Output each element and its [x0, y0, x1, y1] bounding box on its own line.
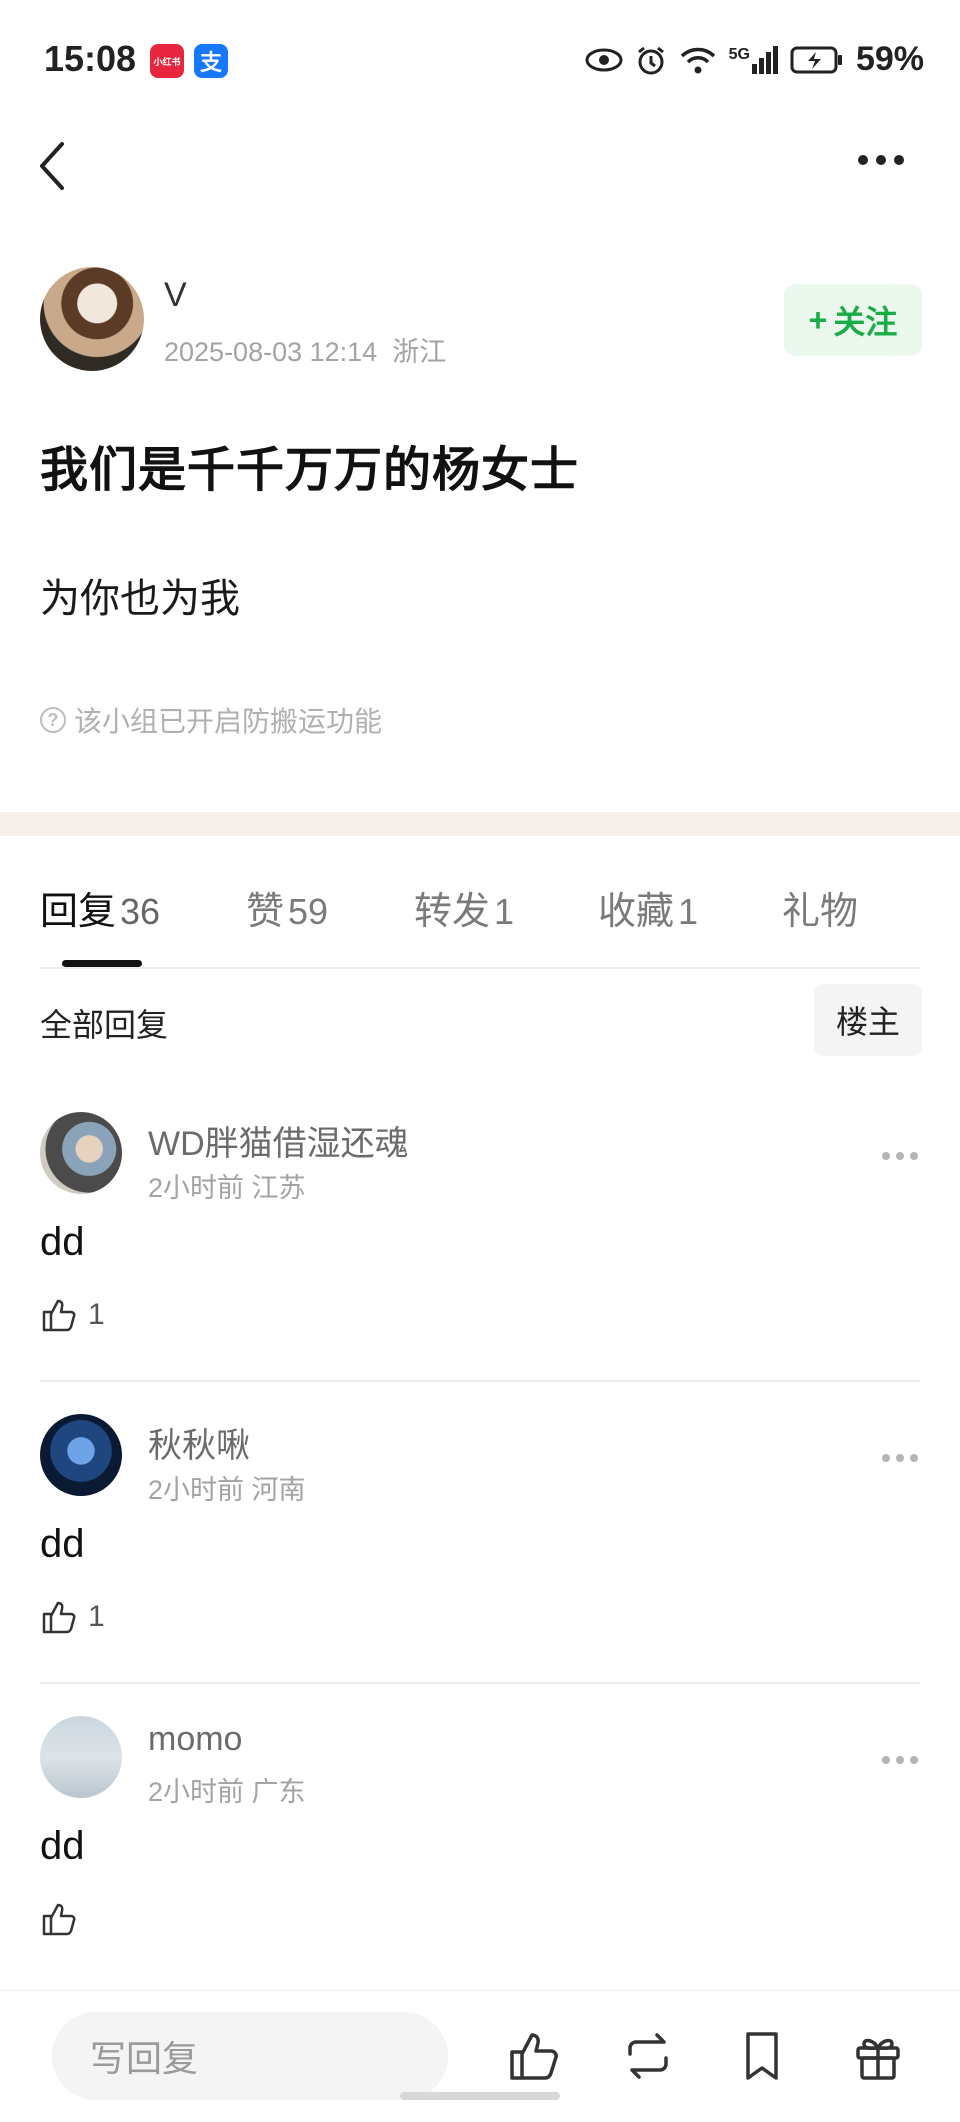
battery-percent: 59%: [855, 40, 924, 78]
thumb-up-icon: [42, 1601, 76, 1634]
comment-like-button[interactable]: 1: [40, 1598, 105, 1636]
comment-like-button[interactable]: 1: [40, 1296, 105, 1334]
comment-divider: [40, 1682, 920, 1684]
thumb-up-icon[interactable]: [506, 2028, 562, 2084]
avatar[interactable]: [40, 1716, 122, 1798]
comment-meta: 2小时前 河南: [148, 1468, 306, 1507]
comment-text: dd: [40, 1824, 85, 1868]
help-circle-icon: ?: [40, 707, 66, 733]
follow-button[interactable]: + 关注: [784, 284, 922, 356]
comment-text: dd: [40, 1522, 85, 1566]
bookmark-icon[interactable]: [734, 2028, 790, 2084]
comment-divider: [40, 1380, 920, 1382]
comment-location: 广东: [251, 1777, 306, 1807]
like-count: 1: [88, 1600, 105, 1633]
tab-label: 赞: [246, 891, 285, 933]
signal-icon: 5G: [728, 45, 778, 74]
thumb-up-icon: [42, 1903, 76, 1936]
tab-count: 36: [120, 891, 161, 932]
comment-location: 河南: [251, 1475, 306, 1505]
more-horizontal-icon[interactable]: [858, 155, 904, 165]
comment-location: 江苏: [251, 1173, 306, 1203]
active-tab-indicator: [62, 960, 142, 967]
more-horizontal-icon[interactable]: [882, 1454, 918, 1462]
plus-icon: +: [808, 301, 828, 338]
comment-like-button[interactable]: [40, 1900, 88, 1938]
more-horizontal-icon[interactable]: [882, 1756, 918, 1764]
tab-reposts[interactable]: 转发 1: [414, 880, 514, 935]
author-meta: 2025-08-03 12:14 浙江: [164, 330, 446, 369]
tab-favorites[interactable]: 收藏 1: [598, 880, 698, 935]
comment-meta: 2小时前 江苏: [148, 1166, 306, 1205]
avatar[interactable]: [40, 1414, 122, 1496]
tab-label: 礼物: [782, 891, 859, 933]
tab-count: 1: [678, 891, 699, 932]
eye-icon: [585, 48, 623, 71]
tab-label: 收藏: [598, 891, 675, 933]
network-label: 5G: [728, 45, 750, 63]
battery-icon: [790, 46, 842, 73]
status-time: 15:08: [44, 38, 137, 79]
interaction-tabs: 回复 36 赞 59 转发 1 收藏 1 礼物: [0, 880, 960, 960]
chevron-left-icon[interactable]: [30, 136, 74, 196]
like-count: 1: [88, 1298, 105, 1331]
anti-repost-notice: ? 该小组已开启防搬运功能: [40, 700, 382, 740]
comment-item: WD胖猫借湿还魂 2小时前 江苏 dd 1: [0, 1112, 960, 1412]
thumb-up-icon: [42, 1299, 76, 1332]
follow-label: 关注: [833, 304, 898, 340]
comment-text: dd: [40, 1220, 85, 1264]
tab-gifts[interactable]: 礼物: [782, 880, 858, 935]
post-time: 2025-08-03 12:14: [164, 337, 378, 367]
comment-author[interactable]: 秋秋啾: [148, 1418, 250, 1467]
section-divider: [0, 812, 960, 836]
reply-input[interactable]: 写回复: [52, 2012, 448, 2100]
home-indicator: [400, 2092, 560, 2100]
tab-label: 回复: [40, 891, 117, 933]
comment-time: 2小时前: [148, 1475, 245, 1505]
avatar[interactable]: [40, 1112, 122, 1194]
comment-item: momo 2小时前 广东 dd: [0, 1716, 960, 2016]
all-replies-label: 全部回复: [40, 1007, 169, 1043]
more-horizontal-icon[interactable]: [882, 1152, 918, 1160]
post-body: 为你也为我: [40, 577, 240, 621]
tab-likes[interactable]: 赞 59: [246, 880, 328, 935]
op-only-button[interactable]: 楼主: [814, 984, 922, 1056]
comment-time: 2小时前: [148, 1777, 245, 1807]
comment-author[interactable]: WD胖猫借湿还魂: [148, 1116, 409, 1165]
repost-icon[interactable]: [620, 2028, 676, 2084]
notice-text: 该小组已开启防搬运功能: [74, 706, 383, 737]
gift-icon[interactable]: [850, 2028, 906, 2084]
comment-item: 秋秋啾 2小时前 河南 dd 1: [0, 1414, 960, 1714]
tabs-divider: [40, 967, 920, 969]
author-location: 浙江: [392, 337, 447, 367]
post-title: 我们是千千万万的杨女士: [40, 444, 580, 497]
tab-label: 转发: [414, 891, 491, 933]
comment-meta: 2小时前 广东: [148, 1770, 306, 1809]
comment-author[interactable]: momo: [148, 1720, 242, 1759]
status-indicators: 5G 59%: [585, 40, 924, 79]
tab-replies[interactable]: 回复 36: [40, 880, 160, 935]
wifi-icon: [680, 47, 715, 73]
author-avatar[interactable]: [40, 267, 144, 371]
tab-count: 1: [494, 891, 515, 932]
tab-count: 59: [288, 891, 329, 932]
alipay-badge-icon: 支: [194, 44, 228, 78]
alarm-icon: [637, 46, 664, 74]
xiaohongshu-badge-icon: 小红书: [150, 44, 184, 78]
author-name[interactable]: V: [164, 276, 187, 315]
comment-time: 2小时前: [148, 1173, 245, 1203]
